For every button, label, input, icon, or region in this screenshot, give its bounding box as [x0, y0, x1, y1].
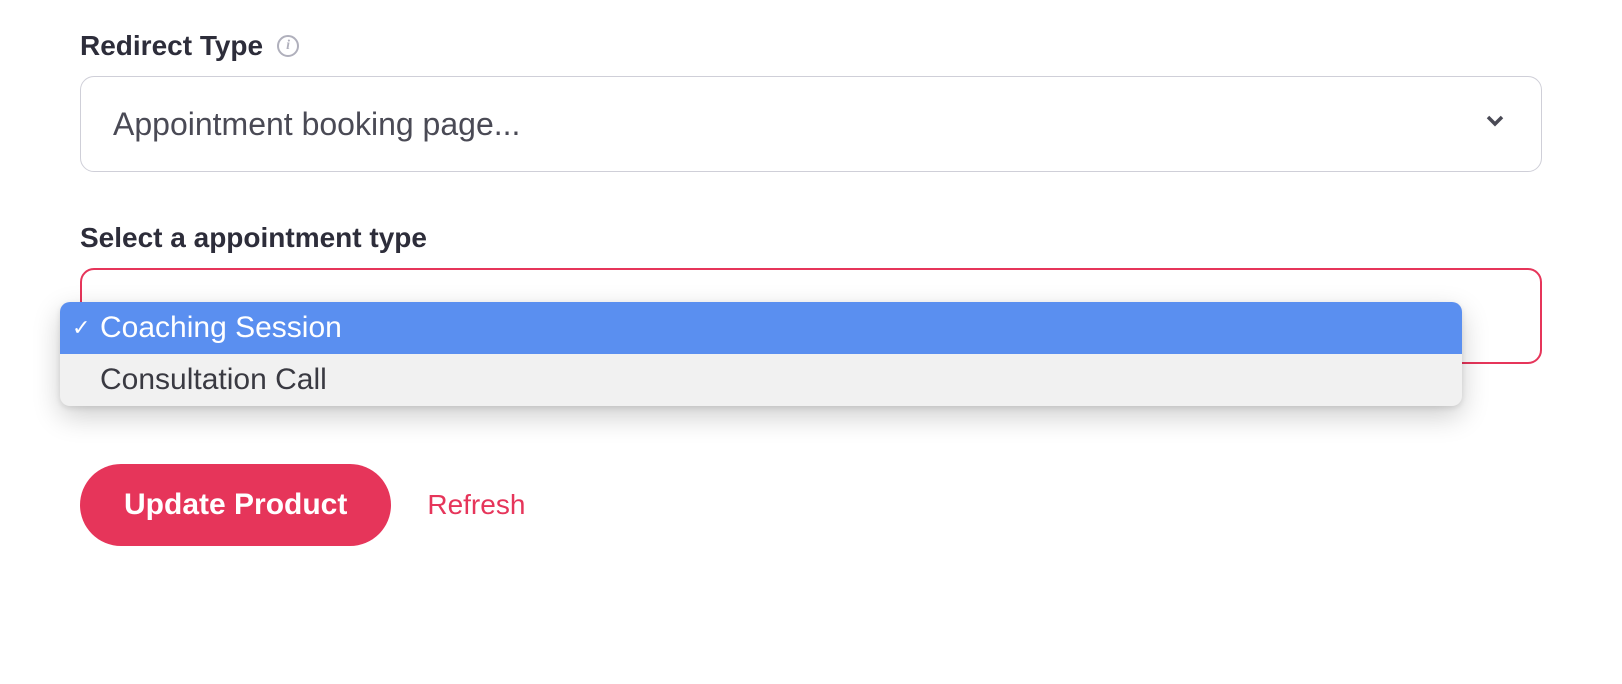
info-icon[interactable]: i — [277, 35, 299, 57]
dropdown-option-coaching-session[interactable]: Coaching Session — [60, 302, 1462, 354]
dropdown-option-label: Coaching Session — [100, 311, 342, 345]
redirect-type-label: Redirect Type — [80, 30, 263, 62]
actions-row: Update Product Refresh — [80, 464, 1542, 546]
update-product-button[interactable]: Update Product — [80, 464, 391, 546]
appointment-type-select-wrapper: Coaching Session Consultation Call — [80, 268, 1542, 364]
redirect-type-label-row: Redirect Type i — [80, 30, 1542, 62]
appointment-type-field: Select a appointment type Coaching Sessi… — [80, 222, 1542, 364]
appointment-type-label: Select a appointment type — [80, 222, 1542, 254]
redirect-type-select[interactable]: Appointment booking page... — [80, 76, 1542, 172]
redirect-type-select-wrapper: Appointment booking page... — [80, 76, 1542, 172]
chevron-down-icon — [1481, 106, 1509, 143]
dropdown-option-label: Consultation Call — [100, 363, 327, 397]
redirect-type-field: Redirect Type i Appointment booking page… — [80, 30, 1542, 172]
dropdown-option-consultation-call[interactable]: Consultation Call — [60, 354, 1462, 406]
appointment-type-dropdown: Coaching Session Consultation Call — [60, 302, 1462, 406]
redirect-type-selected-value: Appointment booking page... — [113, 106, 520, 143]
refresh-button[interactable]: Refresh — [427, 489, 525, 521]
